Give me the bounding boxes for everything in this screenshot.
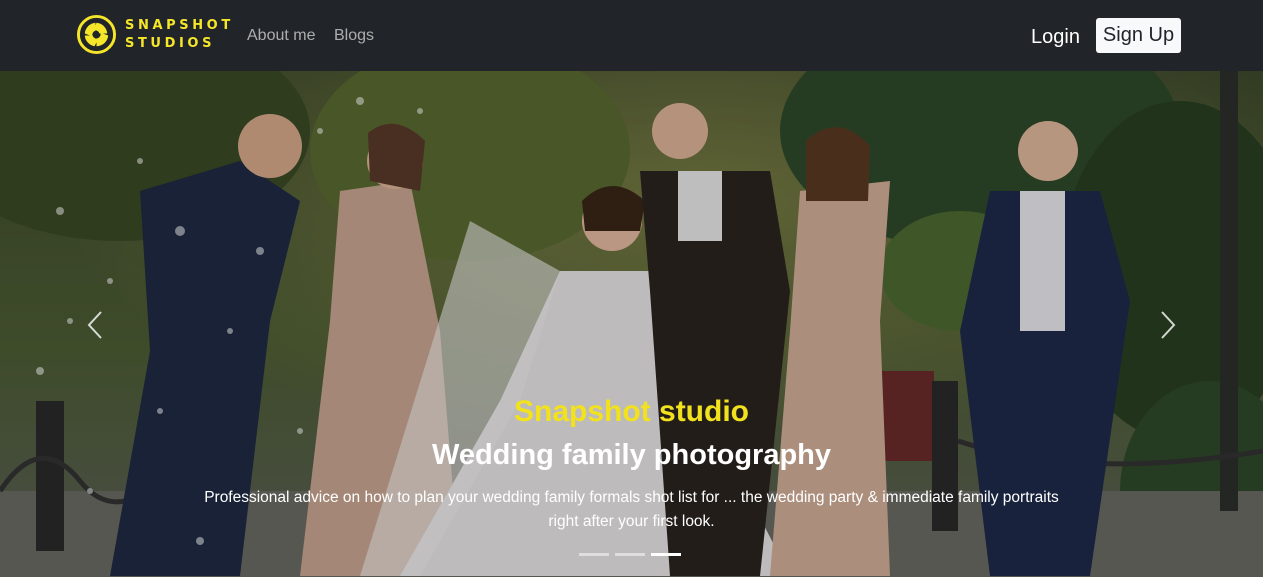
- brand-line1: SNAPSHOT: [125, 17, 234, 33]
- nav-link-blogs[interactable]: Blogs: [334, 26, 374, 46]
- caption-title: Snapshot studio: [514, 395, 749, 428]
- navbar: SNAPSHOT STUDIOS About me Blogs Login Si…: [0, 0, 1263, 71]
- carousel-prev-button[interactable]: [75, 295, 115, 355]
- carousel-indicator-1[interactable]: [579, 553, 609, 556]
- brand-line2: STUDIOS: [125, 35, 216, 51]
- snapshot-logo-icon: [76, 14, 117, 55]
- brand-name: SNAPSHOT STUDIOS: [125, 17, 234, 53]
- signup-button[interactable]: Sign Up: [1096, 18, 1181, 53]
- caption-text: Professional advice on how to plan your …: [204, 489, 1059, 530]
- nav-link-about-me[interactable]: About me: [247, 26, 315, 46]
- carousel-next-button[interactable]: [1148, 295, 1188, 355]
- carousel-indicator-2[interactable]: [615, 553, 645, 556]
- brand-logo-link[interactable]: SNAPSHOT STUDIOS: [76, 14, 234, 55]
- chevron-right-icon: [1161, 311, 1176, 339]
- carousel-caption: Snapshot studio Wedding family photograp…: [150, 391, 1113, 534]
- login-button[interactable]: Login: [1031, 25, 1080, 49]
- carousel-indicators: [579, 553, 681, 556]
- chevron-left-icon: [87, 311, 102, 339]
- caption-subtitle: Wedding family photography: [431, 439, 832, 471]
- hero-carousel: Snapshot studio Wedding family photograp…: [0, 71, 1263, 577]
- carousel-indicator-3[interactable]: [651, 553, 681, 556]
